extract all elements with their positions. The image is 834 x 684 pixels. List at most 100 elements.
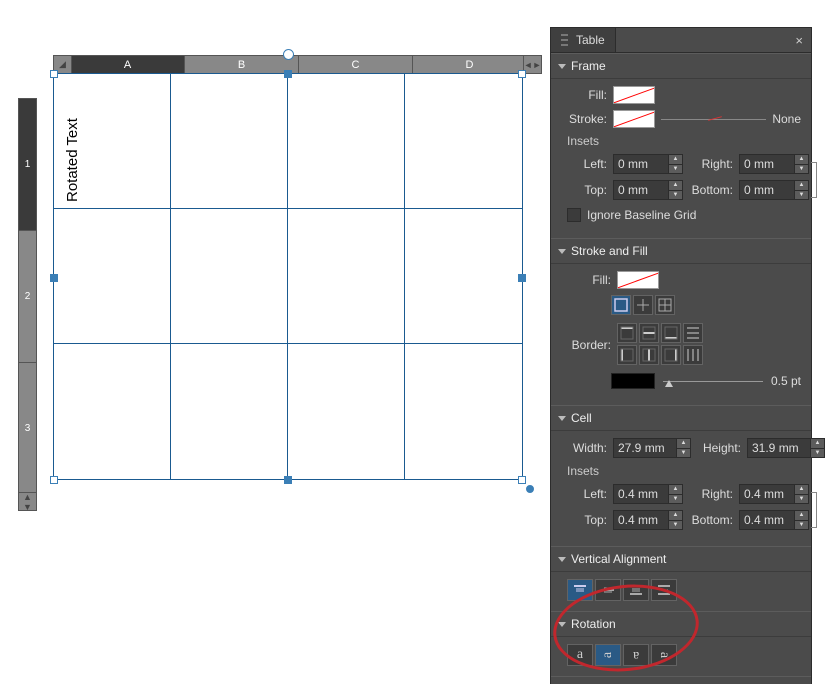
bottom-label: Bottom: [683,183,739,197]
cell-width-input[interactable]: ▲▼ [613,438,691,458]
frame-inset-top-input[interactable]: ▲▼ [613,180,683,200]
frame-inset-bottom-input[interactable]: ▲▼ [739,180,809,200]
cell-c3[interactable] [288,344,405,479]
handle-ml[interactable] [50,274,58,282]
frame-header-label: Frame [571,59,606,73]
row-hdr-2[interactable]: 2 [18,231,37,363]
cell-fill-swatch[interactable] [617,271,659,289]
cell-b2[interactable] [171,209,288,344]
border-outline[interactable] [611,295,631,315]
cell-height-label: Height: [691,441,747,455]
handle-tm[interactable] [284,70,292,78]
section-cell[interactable]: Cell [551,405,811,431]
border-color-chip[interactable] [611,373,655,389]
section-frame[interactable]: Frame [551,53,811,79]
chevron-down-icon [558,64,566,69]
row-hdr-1[interactable]: 1 [18,98,37,231]
col-hdr-d[interactable]: D [413,55,527,74]
rotated-text: Rotated Text [64,118,81,202]
border-bottom[interactable] [661,323,681,343]
cell-d1[interactable] [405,74,522,209]
ignore-baseline-label: Ignore Baseline Grid [587,208,696,222]
rotation-270[interactable]: a [651,644,677,666]
handle-tl[interactable] [50,70,58,78]
stroke-label: Stroke: [567,112,613,126]
border-label: Border: [567,338,617,352]
insets-label: Insets [567,134,801,148]
cell-inset-bottom-input[interactable]: ▲▼ [739,510,809,530]
cell-b3[interactable] [171,344,288,479]
cell-inset-left-input[interactable]: ▲▼ [613,484,683,504]
section-valign[interactable]: Vertical Alignment [551,546,811,572]
cell-c1[interactable] [288,74,405,209]
section-stroke-and-fill[interactable]: Stroke and Fill [551,238,811,264]
border-top[interactable] [617,323,637,343]
rotation-handle[interactable] [283,49,294,60]
cell-inset-right-input[interactable]: ▲▼ [739,484,809,504]
valign-middle[interactable] [595,579,621,601]
rotation-0[interactable]: a [567,644,593,666]
handle-bl[interactable] [50,476,58,484]
border-hall[interactable] [683,323,703,343]
border-thickness-slider[interactable] [663,374,763,388]
valign-justify[interactable] [651,579,677,601]
frame-inset-left-input[interactable]: ▲▼ [613,154,683,174]
cell-d2[interactable] [405,209,522,344]
chevron-down-icon [558,249,566,254]
table-body[interactable]: Rotated Text [53,73,523,480]
handle-tr[interactable] [518,70,526,78]
cell-d3[interactable] [405,344,522,479]
border-all[interactable] [655,295,675,315]
section-rotation[interactable]: Rotation [551,611,811,637]
cell-bottom-label: Bottom: [683,513,739,527]
right-label: Right: [683,157,739,171]
fill-label: Fill: [567,88,613,102]
ignore-baseline-checkbox[interactable] [567,208,581,222]
left-label: Left: [567,157,613,171]
rotation-90[interactable]: a [595,644,621,666]
border-hmid[interactable] [639,323,659,343]
table-panel: Table × Frame Fill: Stroke: None Insets [550,27,812,684]
frame-fill-swatch[interactable] [613,86,655,104]
col-hdr-a[interactable]: A [70,55,185,74]
cell-right-label: Right: [683,487,739,501]
row-resize-icon[interactable]: ▲▼ [18,492,37,511]
column-headers[interactable]: A B C D [70,55,527,74]
row-hdr-3[interactable]: 3 [18,363,37,495]
frame-stroke-swatch[interactable] [613,110,655,128]
panel-close-button[interactable]: × [787,33,811,48]
cell-a3[interactable] [54,344,171,479]
border-right[interactable] [661,345,681,365]
border-vall[interactable] [683,345,703,365]
cell-inset-top-input[interactable]: ▲▼ [613,510,683,530]
valign-bottom[interactable] [623,579,649,601]
link-insets-icon[interactable] [809,158,819,202]
cell-a2[interactable] [54,209,171,344]
cell-a1[interactable]: Rotated Text [54,74,171,209]
handle-bm[interactable] [284,476,292,484]
panel-title-label: Table [576,33,605,47]
rotation-180[interactable]: a [623,644,649,666]
handle-resize[interactable] [526,485,534,493]
cell-insets-label: Insets [567,464,801,478]
section-baseline-grid[interactable]: Baseline Grid [551,676,811,684]
handle-mr[interactable] [518,274,526,282]
border-vmid[interactable] [639,345,659,365]
border-inner[interactable] [633,295,653,315]
link-cell-insets-icon[interactable] [809,488,819,532]
cell-height-input[interactable]: ▲▼ [747,438,825,458]
panel-tab-table[interactable]: Table [551,28,616,52]
stroke-style-picker[interactable] [661,112,766,126]
cell-top-label: Top: [567,513,613,527]
frame-inset-right-input[interactable]: ▲▼ [739,154,809,174]
border-left[interactable] [617,345,637,365]
handle-br[interactable] [518,476,526,484]
valign-top[interactable] [567,579,593,601]
cell-b1[interactable] [171,74,288,209]
cell-c2[interactable] [288,209,405,344]
col-hdr-c[interactable]: C [299,55,413,74]
cell-header-label: Cell [571,411,592,425]
col-hdr-b[interactable]: B [185,55,299,74]
row-headers[interactable]: 1 2 3 [18,98,37,495]
chevron-down-icon [558,557,566,562]
